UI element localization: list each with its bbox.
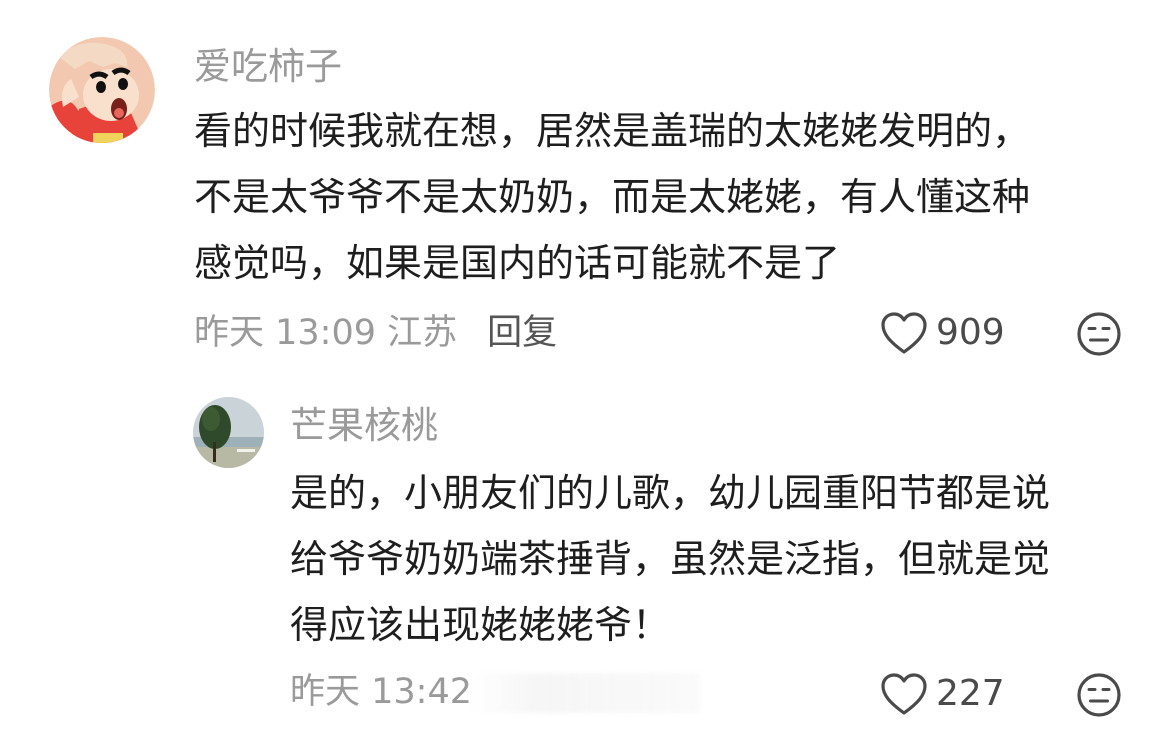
comment-meta: 昨天 13:42 — [290, 670, 472, 714]
crayon-shinchan-avatar-icon — [49, 37, 155, 143]
comment-1: 爱吃柿子 看的时候我就在想，居然是盖瑞的太姥姥发明的， 不是太爷爷不是太奶奶，而… — [0, 0, 1170, 380]
like-button[interactable]: 227 — [880, 672, 1005, 716]
reply-button[interactable]: 回复 — [487, 313, 557, 353]
dislike-button[interactable] — [1076, 311, 1122, 357]
username[interactable]: 爱吃柿子 — [194, 45, 342, 89]
tree-seaside-avatar-icon — [193, 397, 264, 468]
avatar[interactable] — [193, 397, 264, 468]
username[interactable]: 芒果核桃 — [290, 404, 438, 448]
comment-text: 是的，小朋友们的儿歌，幼儿园重阳节都是说 给爷爷奶奶端茶捶背，虽然是泛指，但就是… — [290, 460, 1050, 658]
dislike-button[interactable] — [1076, 672, 1122, 718]
comment-line: 不是太爷爷不是太奶奶，而是太姥姥，有人懂这种 — [194, 175, 1031, 219]
comment-line: 给爷爷奶奶端茶捶背，虽然是泛指，但就是觉 — [290, 537, 1051, 581]
like-button[interactable]: 909 — [880, 311, 1005, 355]
heart-outline-icon — [881, 673, 927, 715]
avatar[interactable] — [49, 37, 155, 143]
comment-meta: 昨天 13:09 江苏 回复 — [194, 311, 557, 355]
blurred-region — [470, 673, 700, 713]
comment-line: 是的，小朋友们的儿歌，幼儿园重阳节都是说 — [290, 471, 1051, 515]
like-count: 909 — [936, 312, 1005, 353]
meh-face-icon — [1077, 673, 1121, 717]
comment-line: 感觉吗，如果是国内的话可能就不是了 — [194, 241, 841, 285]
heart-outline-icon — [881, 312, 927, 354]
like-count: 227 — [936, 673, 1005, 714]
comment-line: 得应该出现姥姥姥爷！ — [290, 603, 671, 647]
timestamp: 昨天 13:42 — [290, 672, 472, 712]
comment-line: 看的时候我就在想，居然是盖瑞的太姥姥发明的， — [194, 109, 1031, 153]
meh-face-icon — [1077, 312, 1121, 356]
comment-2-reply: 芒果核桃 是的，小朋友们的儿歌，幼儿园重阳节都是说 给爷爷奶奶端茶捶背，虽然是泛… — [0, 380, 1170, 729]
comment-text: 看的时候我就在想，居然是盖瑞的太姥姥发明的， 不是太爷爷不是太奶奶，而是太姥姥，… — [194, 98, 1030, 296]
timestamp-location: 昨天 13:09 江苏 — [194, 313, 458, 353]
